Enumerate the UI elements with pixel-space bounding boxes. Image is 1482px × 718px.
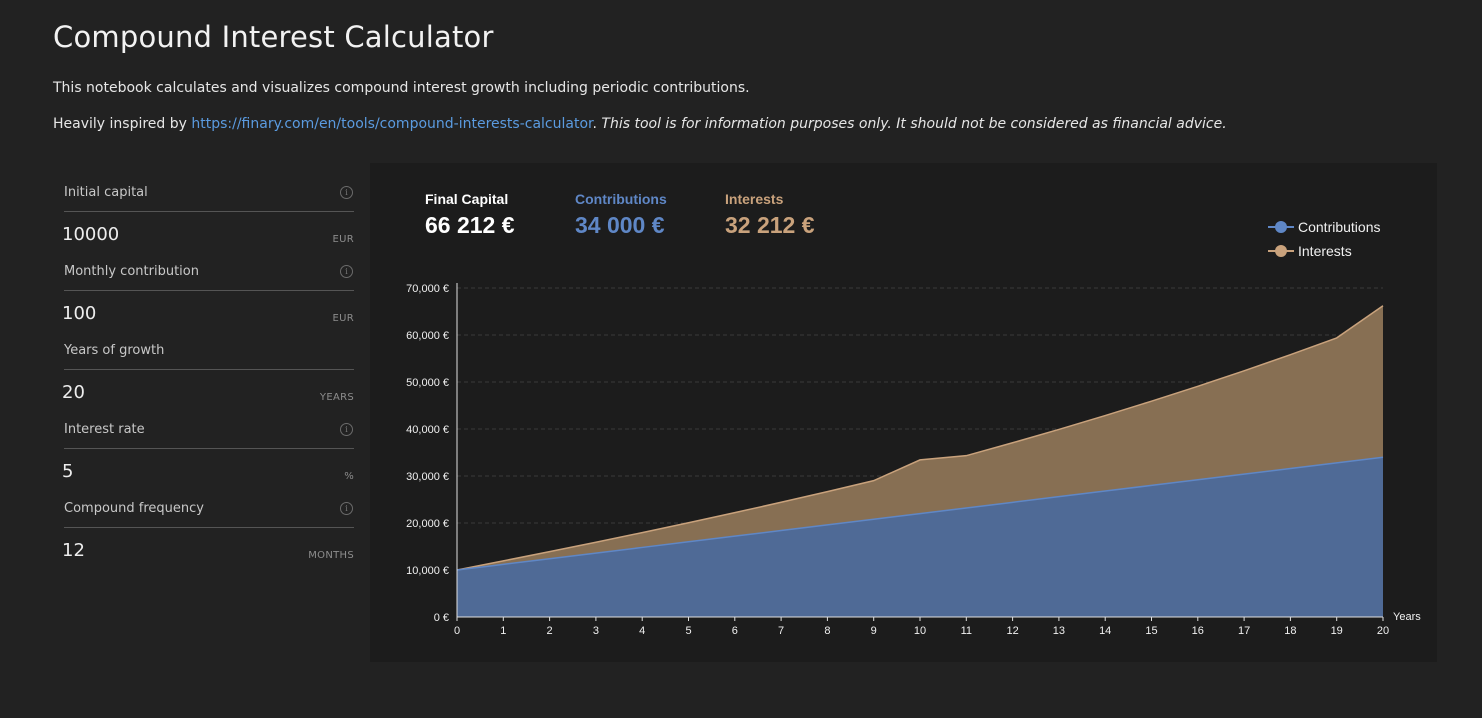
interest-rate-input[interactable]	[62, 461, 292, 482]
compound-frequency-input[interactable]	[62, 540, 292, 561]
y-tick-label: 10,000 €	[406, 565, 449, 577]
field-unit: YEARS	[319, 392, 354, 403]
x-tick-label: 13	[1053, 625, 1065, 637]
y-tick-label: 60,000 €	[406, 330, 449, 342]
x-tick-label: 9	[871, 625, 877, 637]
x-axis-label: Years	[1393, 611, 1421, 623]
y-tick-label: 70,000 €	[406, 283, 449, 295]
field-years-of-growth: Years of growth YEARS	[62, 334, 354, 413]
growth-chart: 0 € 10,000 € 20,000 € 30,000 € 40,000 € 50,00…	[406, 283, 1421, 637]
y-tick-label: 30,000 €	[406, 471, 449, 483]
x-tick-label: 4	[639, 625, 645, 637]
field-label: Interest rate	[64, 422, 145, 437]
info-icon[interactable]: i	[340, 502, 353, 515]
finary-link[interactable]: https://finary.com/en/tools/compound-int…	[191, 116, 592, 132]
x-tick-label: 10	[914, 625, 926, 637]
parameters-form: Initial capital i EUR Monthly contributi…	[62, 176, 354, 571]
field-initial-capital: Initial capital i EUR	[62, 176, 354, 255]
info-icon[interactable]: i	[340, 423, 353, 436]
field-interest-rate: Interest rate i %	[62, 413, 354, 492]
y-tick-label: 0 €	[434, 612, 449, 624]
x-tick-label: 6	[732, 625, 738, 637]
info-icon[interactable]: i	[340, 265, 353, 278]
field-label: Years of growth	[64, 343, 165, 358]
x-tick-label: 15	[1145, 625, 1157, 637]
x-tick-label: 14	[1099, 625, 1111, 637]
inspired-prefix: Heavily inspired by	[53, 116, 192, 132]
chart-panel: Final Capital 66 212 € Contributions 34 …	[370, 163, 1437, 662]
field-divider	[64, 448, 354, 449]
y-tick-label: 50,000 €	[406, 377, 449, 389]
y-tick-label: 40,000 €	[406, 424, 449, 436]
intro-text: This notebook calculates and visualizes …	[53, 80, 750, 96]
page-title: Compound Interest Calculator	[53, 20, 494, 54]
x-tick-label: 7	[778, 625, 784, 637]
x-tick-label: 19	[1331, 625, 1343, 637]
inspired-text: Heavily inspired by https://finary.com/e…	[53, 116, 1227, 132]
field-label: Initial capital	[64, 185, 148, 200]
field-divider	[64, 290, 354, 291]
y-tick-label: 20,000 €	[406, 518, 449, 530]
field-unit: EUR	[332, 313, 354, 324]
x-tick-label: 17	[1238, 625, 1250, 637]
x-tick-label: 18	[1284, 625, 1296, 637]
field-divider	[64, 369, 354, 370]
field-monthly-contribution: Monthly contribution i EUR	[62, 255, 354, 334]
monthly-contribution-input[interactable]	[62, 303, 292, 324]
x-tick-label: 3	[593, 625, 599, 637]
x-tick-label: 11	[961, 625, 972, 637]
field-divider	[64, 527, 354, 528]
x-tick-label: 5	[685, 625, 691, 637]
field-compound-frequency: Compound frequency i MONTHS	[62, 492, 354, 571]
info-icon[interactable]: i	[340, 186, 353, 199]
page: Compound Interest Calculator This notebo…	[0, 0, 1482, 718]
x-tick-label: 2	[547, 625, 553, 637]
x-tick-label: 0	[454, 625, 460, 637]
field-unit: EUR	[332, 234, 354, 245]
field-unit: %	[344, 471, 354, 482]
x-tick-label: 16	[1192, 625, 1204, 637]
field-label: Compound frequency	[64, 501, 204, 516]
initial-capital-input[interactable]	[62, 224, 292, 245]
x-tick-label: 12	[1006, 625, 1018, 637]
field-label: Monthly contribution	[64, 264, 199, 279]
x-tick-label: 1	[500, 625, 506, 637]
x-tick-label: 20	[1377, 625, 1389, 637]
disclaimer-text: This tool is for information purposes on…	[596, 116, 1227, 132]
x-tick-label: 8	[824, 625, 830, 637]
years-of-growth-input[interactable]	[62, 382, 292, 403]
field-unit: MONTHS	[308, 550, 354, 561]
field-divider	[64, 211, 354, 212]
